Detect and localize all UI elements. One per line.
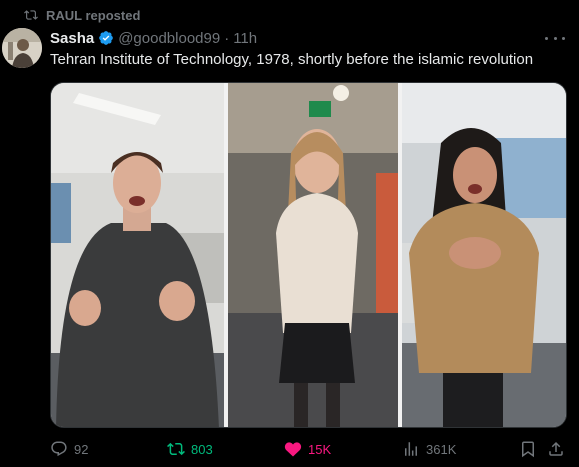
views-icon (405, 442, 417, 456)
like-button[interactable]: 15K (284, 438, 331, 460)
retweet-count: 803 (191, 441, 213, 457)
views-button[interactable]: 361K (402, 438, 456, 460)
verified-badge-icon (99, 31, 114, 45)
tweet-text: Tehran Institute of Technology, 1978, sh… (50, 51, 534, 68)
bookmark-button[interactable] (519, 438, 537, 460)
repost-indicator[interactable]: RAUL reposted (24, 6, 140, 24)
more-icon[interactable] (545, 30, 565, 46)
media-panel-3 (402, 83, 566, 427)
tweet-actions: 92 803 15K 361K (50, 438, 567, 460)
avatar[interactable] (2, 28, 42, 68)
share-icon (549, 441, 563, 456)
repost-icon (24, 10, 38, 20)
author-handle[interactable]: @goodblood99 (118, 30, 220, 47)
reply-icon (51, 441, 67, 457)
retweet-button[interactable]: 803 (167, 438, 213, 460)
separator: · (224, 29, 230, 47)
author-name[interactable]: Sasha (50, 30, 94, 47)
heart-icon (284, 442, 302, 457)
media-panel-2 (228, 83, 398, 427)
like-count: 15K (308, 441, 332, 457)
repost-label: RAUL reposted (46, 7, 141, 23)
timestamp[interactable]: 11h (233, 30, 257, 47)
tweet-header: Sasha @goodblood99 · 11h (50, 28, 257, 48)
retweet-icon (167, 442, 185, 456)
media-panel-1 (51, 83, 224, 427)
reply-button[interactable]: 92 (50, 438, 88, 460)
reply-count: 92 (74, 441, 89, 457)
bookmark-icon (522, 441, 534, 458)
views-count: 361K (426, 441, 457, 457)
share-button[interactable] (547, 438, 565, 460)
media-image[interactable] (50, 82, 567, 428)
